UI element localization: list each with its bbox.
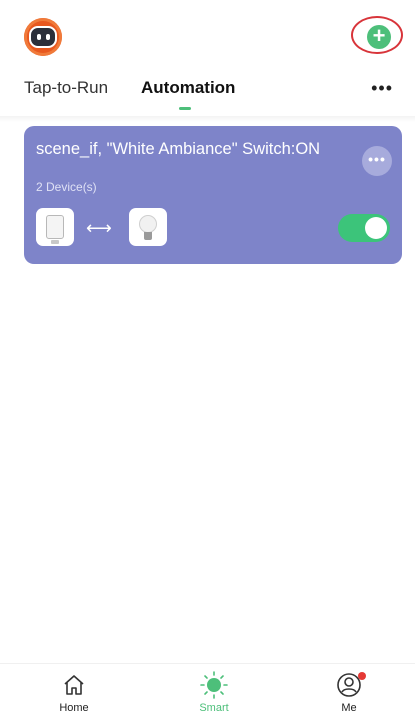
scene-tabs: Tap-to-Run Automation ••• xyxy=(0,70,415,116)
add-automation-button[interactable]: + xyxy=(367,25,391,49)
tab-automation[interactable]: Automation xyxy=(141,78,235,98)
smart-sun-icon xyxy=(174,670,254,700)
sensor-device-tile xyxy=(36,208,74,246)
nav-item-home[interactable]: Home xyxy=(34,670,114,714)
notification-badge xyxy=(358,672,366,680)
device-count: 2 Device(s) xyxy=(36,180,97,194)
bulb-device-tile xyxy=(129,208,167,246)
light-bulb-icon xyxy=(139,215,157,240)
robot-eye-right xyxy=(45,34,50,40)
smart-screen: + Tap-to-Run Automation ••• scene_if, "W… xyxy=(0,0,415,720)
robot-face xyxy=(29,26,57,48)
active-tab-indicator xyxy=(179,107,191,110)
sensor-icon xyxy=(46,215,64,244)
robot-eye-left xyxy=(36,34,41,40)
nav-label-me: Me xyxy=(341,702,357,714)
automation-title: scene_if, "White Ambiance" Switch:ON xyxy=(36,140,321,158)
nav-item-me[interactable]: Me xyxy=(309,670,389,714)
nav-label-smart: Smart xyxy=(199,702,229,714)
nav-item-smart[interactable]: Smart xyxy=(174,670,254,714)
toggle-knob xyxy=(365,217,387,239)
link-arrow-icon: ⟷ xyxy=(86,218,112,238)
top-bar: + xyxy=(0,0,415,70)
automation-card[interactable]: scene_if, "White Ambiance" Switch:ON 2 D… xyxy=(24,126,402,264)
tab-tap-to-run[interactable]: Tap-to-Run xyxy=(24,78,108,98)
robot-avatar-icon[interactable] xyxy=(24,18,62,56)
more-options-icon[interactable]: ••• xyxy=(371,78,393,99)
plus-icon: + xyxy=(372,23,386,48)
bottom-nav: Home Smart Me xyxy=(0,663,415,720)
card-menu-button[interactable]: ••• xyxy=(362,146,392,176)
profile-icon xyxy=(309,670,389,700)
tabs-divider xyxy=(0,116,415,122)
home-icon xyxy=(34,670,114,700)
nav-label-home: Home xyxy=(59,702,89,714)
automation-toggle[interactable] xyxy=(338,214,390,242)
